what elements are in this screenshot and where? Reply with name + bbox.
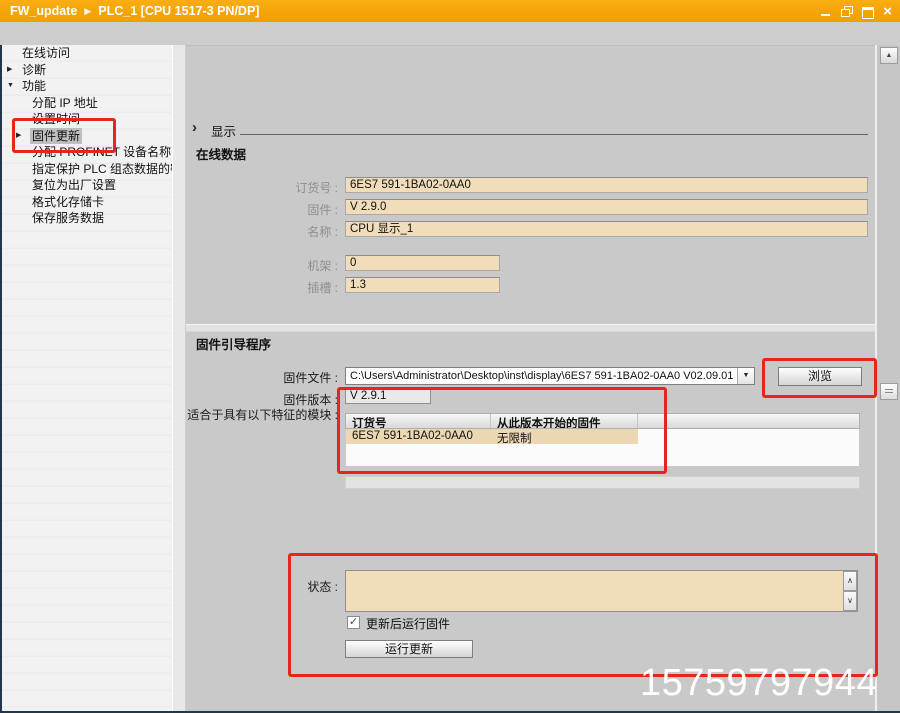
browse-button[interactable]: 浏览	[778, 367, 862, 386]
sidebar-item-label: 保存服务数据	[30, 210, 106, 227]
firmware-loader-title: 固件引导程序	[196, 334, 271, 353]
order-no-field[interactable]: 6ES7 591-1BA02-0AA0	[345, 177, 868, 193]
firmware-version-label: 固件版本 :	[186, 391, 338, 408]
sidebar-item-label: 复位为出厂设置	[30, 177, 118, 194]
sidebar-nav: 在线访问 ▶ 诊断 ▼ 功能分配 IP 地址设置时间 ▶ 固件更新分配 PROFINET 设…	[0, 45, 172, 713]
sidebar-item[interactable]: ▶ 固件更新	[2, 128, 172, 145]
status-textarea[interactable]: ∧ ∨	[345, 570, 858, 612]
firmware-field[interactable]: V 2.9.0	[345, 199, 868, 215]
firmware-file-path: C:\Users\Administrator\Desktop\inst\disp…	[350, 370, 734, 382]
table-column-header[interactable]	[638, 414, 859, 428]
sidebar-item-label: 诊断	[20, 62, 48, 79]
vertical-scrollbar[interactable]: ▲	[875, 45, 900, 713]
order-no-label: 订货号 :	[186, 179, 338, 196]
name-field[interactable]: CPU 显示_1	[345, 221, 868, 237]
restore-icon[interactable]	[841, 6, 853, 17]
table-cell: 无限制	[491, 429, 638, 444]
sidebar-item[interactable]: ▼ 功能	[2, 78, 172, 95]
slot-field[interactable]: 1.3	[345, 277, 500, 293]
section-display-label[interactable]: 显示	[211, 121, 236, 140]
sidebar-item[interactable]: 复位为出厂设置	[2, 177, 172, 194]
breadcrumb-project[interactable]: FW_update	[10, 4, 77, 18]
minimize-icon[interactable]	[820, 6, 832, 17]
title-bar: FW_update ▶ PLC_1 [CPU 1517-3 PN/DP] ×	[0, 0, 900, 22]
rack-label: 机架 :	[186, 257, 338, 274]
sidebar-item[interactable]: 格式化存储卡	[2, 194, 172, 211]
table-column-header[interactable]: 订货号	[346, 414, 491, 428]
page-title: PLC_1 [CPU 1517-3 PN/DP]	[98, 4, 259, 18]
sidebar-item[interactable]: 分配 IP 地址	[2, 95, 172, 112]
firmware-file-label: 固件文件 :	[186, 369, 338, 386]
breadcrumb: FW_update ▶ PLC_1 [CPU 1517-3 PN/DP]	[10, 0, 259, 22]
status-label: 状态 :	[186, 578, 338, 595]
window-controls: ×	[820, 0, 892, 22]
watermark-text: 15759797944	[640, 662, 878, 705]
run-after-update-checkbox[interactable]: ✓	[347, 616, 360, 629]
breadcrumb-chevron-icon: ▶	[84, 0, 91, 22]
scroll-up-icon[interactable]: ▲	[880, 47, 898, 64]
sidebar-item[interactable]: 保存服务数据	[2, 210, 172, 227]
table-header-row: 订货号从此版本开始的固件	[345, 413, 860, 429]
scrollbar-thumb[interactable]	[880, 383, 898, 400]
sidebar-item-label: 分配 IP 地址	[30, 95, 100, 112]
sidebar-item[interactable]: 指定保护 PLC 组态数据的密码	[2, 161, 172, 178]
sidebar-item-label: 功能	[20, 78, 48, 95]
table-horizontal-scrollbar[interactable]	[345, 476, 860, 489]
sidebar-item-label: 固件更新	[30, 128, 82, 145]
spinner-down-icon[interactable]: ∨	[843, 591, 857, 611]
section-divider	[240, 134, 868, 135]
firmware-label: 固件 :	[186, 201, 338, 218]
sidebar-item-label: 在线访问	[20, 45, 72, 62]
table-column-header[interactable]: 从此版本开始的固件	[491, 414, 638, 428]
chevron-right-icon[interactable]: ›	[192, 120, 197, 135]
sidebar-item-label: 指定保护 PLC 组态数据的密码	[30, 161, 172, 178]
sidebar-item[interactable]: 分配 PROFINET 设备名称	[2, 144, 172, 161]
run-after-update-label: 更新后运行固件	[366, 615, 450, 632]
rack-field[interactable]: 0	[345, 255, 500, 271]
firmware-file-combobox[interactable]: C:\Users\Administrator\Desktop\inst\disp…	[345, 367, 755, 385]
sidebar-item[interactable]: ▶ 诊断	[2, 62, 172, 79]
chevron-right-icon[interactable]: ▶	[16, 128, 21, 145]
panel-divider	[186, 324, 875, 332]
sidebar-scrollbar[interactable]	[172, 45, 186, 713]
online-data-title: 在线数据	[196, 144, 246, 163]
chevron-down-icon[interactable]: ▼	[737, 368, 754, 384]
checkmark-icon: ✓	[349, 616, 358, 628]
name-label: 名称 :	[186, 223, 338, 240]
table-row[interactable]: 6ES7 591-1BA02-0AA0无限制	[346, 429, 859, 444]
toolbar-strip	[0, 22, 900, 46]
run-update-button[interactable]: 运行更新	[345, 640, 473, 658]
close-icon[interactable]: ×	[883, 6, 892, 17]
suitable-modules-label: 适合于具有以下特征的模块 :	[186, 409, 338, 422]
tia-portal-window: FW_update ▶ PLC_1 [CPU 1517-3 PN/DP] × 在线访…	[0, 0, 900, 713]
sidebar-item-label: 分配 PROFINET 设备名称	[30, 144, 172, 161]
chevron-down-icon[interactable]: ▼	[7, 78, 14, 95]
sidebar-item[interactable]: 设置时间	[2, 111, 172, 128]
spinner-up-icon[interactable]: ∧	[843, 571, 857, 591]
firmware-version-field[interactable]: V 2.9.1	[345, 389, 431, 404]
sidebar-item-label: 格式化存储卡	[30, 194, 106, 211]
maximize-icon[interactable]	[862, 6, 874, 17]
sidebar-item-label: 设置时间	[30, 111, 82, 128]
slot-label: 插槽 :	[186, 279, 338, 296]
sidebar-item[interactable]: 在线访问	[2, 45, 172, 62]
chevron-right-icon[interactable]: ▶	[7, 62, 12, 79]
table-cell: 6ES7 591-1BA02-0AA0	[346, 429, 491, 444]
suitable-modules-table: 6ES7 591-1BA02-0AA0无限制	[345, 429, 860, 467]
